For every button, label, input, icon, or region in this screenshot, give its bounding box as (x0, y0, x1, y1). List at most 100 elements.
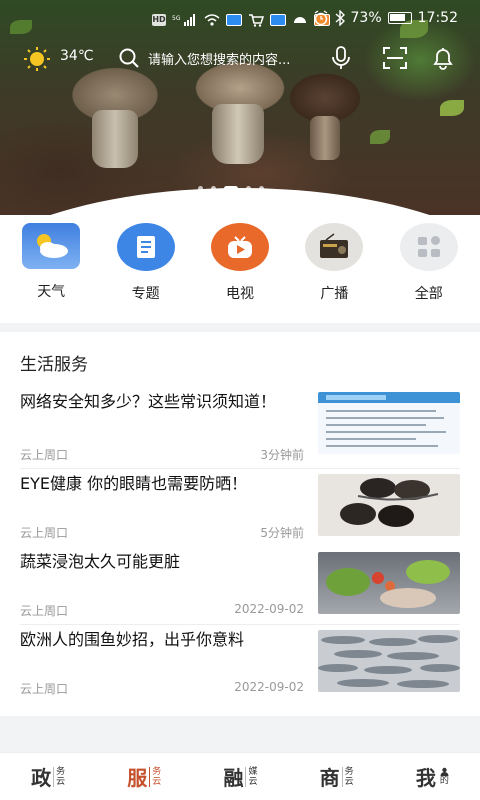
section-title: 生活服务 (20, 355, 88, 375)
battery-icon (387, 12, 412, 24)
banner-pagination[interactable] (198, 186, 264, 191)
quick-icon-label: 电视 (225, 286, 254, 302)
weather-icon (22, 223, 81, 269)
banner-dot[interactable] (198, 186, 203, 191)
news-source: 云上周口 (20, 604, 69, 618)
tab-label: 融 (223, 766, 244, 790)
news-title[interactable]: 欧洲人的围鱼妙招，出乎你意料 (20, 628, 308, 652)
banner-dot[interactable] (246, 186, 251, 191)
search-bar[interactable]: 请输入您想搜索的内容... (118, 46, 318, 70)
banner-photo-detail (212, 104, 264, 164)
wifi-icon (204, 14, 220, 26)
banner-leaf (440, 100, 464, 116)
tab-sublabel-top: 务 (152, 766, 162, 777)
sun-icon[interactable] (20, 46, 54, 72)
news-source: 云上周口 (20, 526, 69, 540)
banner-dot-active[interactable] (224, 186, 238, 191)
news-title[interactable]: EYE健康 你的眼睛也需要防晒！ (20, 472, 308, 496)
tab-sublabel-bottom: 云 (56, 776, 66, 787)
status-right: 73% 17:52 (313, 10, 458, 26)
quick-icon-all[interactable]: 全部 (387, 215, 471, 323)
life-services-section: 生活服务 网络安全知多少？这些常识须知道！ 云上周口 3分钟前 EYE健康 你的… (0, 332, 480, 716)
app-notification-icon (270, 14, 286, 26)
tab-sublabel: 务 云 (149, 766, 162, 787)
user-icon (440, 767, 449, 776)
tab-sublabel-bottom: 云 (152, 776, 162, 787)
tv-icon (210, 223, 269, 271)
divider (20, 468, 460, 469)
microphone-icon[interactable] (330, 45, 352, 71)
news-time: 5分钟前 (260, 526, 304, 540)
banner-dot[interactable] (211, 186, 216, 191)
banner-dot[interactable] (259, 186, 264, 191)
news-time: 2022-09-02 (234, 602, 304, 616)
news-item[interactable]: 欧洲人的围鱼妙招，出乎你意料 云上周口 2022-09-02 (20, 628, 460, 704)
tab-sublabel-top: 务 (344, 766, 354, 777)
quick-icon-tv[interactable]: 电视 (198, 215, 282, 323)
hd-icon: HD (152, 14, 166, 26)
tab-sublabel: 的 (438, 767, 449, 786)
topic-icon (116, 223, 175, 271)
news-item[interactable]: EYE健康 你的眼睛也需要防晒！ 云上周口 5分钟前 (20, 472, 460, 546)
news-source: 云上周口 (20, 448, 69, 462)
quick-icon-label: 全部 (414, 286, 443, 302)
tab-sublabel: 媒 云 (245, 766, 258, 787)
quick-icon-radio[interactable]: 广播 (292, 215, 376, 323)
tab-government[interactable]: 政 务 云 (31, 762, 65, 791)
news-item[interactable]: 网络安全知多少？这些常识须知道！ 云上周口 3分钟前 (20, 390, 460, 466)
tab-media[interactable]: 融 媒 云 (223, 762, 257, 791)
news-thumbnail[interactable] (318, 552, 460, 614)
news-title[interactable]: 蔬菜浸泡太久可能更脏 (20, 550, 308, 574)
tab-label: 政 (31, 766, 52, 790)
tab-sublabel-bottom: 的 (439, 776, 449, 786)
app-notification-icon (226, 14, 242, 26)
tab-sublabel-bottom: 云 (248, 776, 258, 787)
tab-sublabel-top: 务 (56, 766, 66, 777)
tab-label: 商 (319, 766, 340, 790)
top-bar: 34℃ 请输入您想搜索的内容... (0, 40, 480, 80)
tab-sublabel: 务 云 (53, 766, 66, 787)
tab-sublabel: 务 云 (341, 766, 354, 787)
news-thumbnail[interactable] (318, 630, 460, 692)
news-time: 2022-09-02 (234, 680, 304, 694)
search-icon (119, 48, 139, 68)
search-placeholder[interactable]: 请输入您想搜索的内容... (148, 49, 290, 68)
android-icon (294, 17, 306, 23)
cart-icon (249, 14, 264, 27)
banner-curve (0, 188, 480, 215)
svg-text:5G: 5G (172, 15, 181, 22)
signal-icon: 5G (172, 14, 195, 26)
tab-label: 我 (415, 766, 436, 790)
news-source: 云上周口 (20, 682, 69, 696)
bluetooth-icon (335, 10, 345, 26)
tab-mine[interactable]: 我 的 (416, 762, 449, 791)
scan-icon[interactable] (382, 46, 408, 70)
divider-line (20, 468, 460, 469)
tab-sublabel-bottom: 云 (344, 776, 354, 787)
quick-icon-label: 天气 (37, 284, 66, 300)
clock: 17:52 (417, 10, 458, 26)
alarm-icon (314, 10, 327, 26)
notification-icons: HD 5G (152, 12, 330, 28)
quick-icon-label: 广播 (320, 286, 349, 302)
banner-photo-detail (92, 110, 138, 168)
quick-icon-label: 专题 (131, 286, 160, 302)
divider (20, 624, 460, 625)
tab-sublabel-top: 媒 (248, 766, 258, 777)
tab-services[interactable]: 服 务 云 (127, 762, 161, 791)
tab-commerce[interactable]: 商 务 云 (320, 762, 354, 791)
quick-icon-topic[interactable]: 专题 (104, 215, 188, 323)
banner-leaf (370, 130, 390, 144)
tab-label: 服 (127, 766, 148, 790)
news-title[interactable]: 网络安全知多少？这些常识须知道！ (20, 390, 308, 414)
quick-icon-weather[interactable]: 天气 (9, 215, 93, 323)
bell-icon[interactable] (430, 45, 456, 71)
news-item[interactable]: 蔬菜浸泡太久可能更脏 云上周口 2022-09-02 (20, 550, 460, 626)
radio-icon (305, 223, 364, 271)
status-bar: HD 5G 73% 17:52 (0, 0, 480, 40)
banner-photo-detail (310, 116, 340, 160)
news-time: 3分钟前 (260, 448, 304, 462)
news-thumbnail[interactable] (318, 474, 460, 536)
news-thumbnail[interactable] (318, 392, 460, 454)
bottom-nav: 政 务 云 服 务 云 融 媒 云 商 务 云 我 的 (0, 752, 480, 800)
